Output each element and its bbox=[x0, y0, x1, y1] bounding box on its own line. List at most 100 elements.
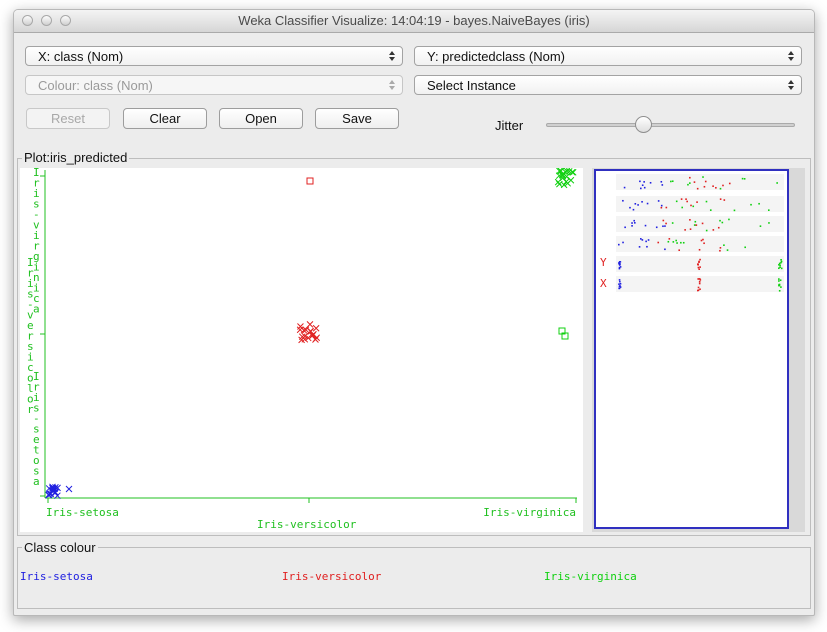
attribute-strip-point bbox=[680, 198, 683, 200]
class-colour-panel bbox=[17, 547, 811, 609]
attribute-strip-point bbox=[719, 187, 722, 190]
scatter-plot-canvas[interactable]: Iris-setosa Iris-versicolor Iris-virgini… bbox=[20, 166, 583, 532]
attribute-strip-point bbox=[698, 280, 701, 283]
y-tick-label-char: a bbox=[33, 475, 40, 488]
attribute-strip-point bbox=[641, 201, 643, 203]
scatter-plot[interactable]: Iris-setosa Iris-versicolor Iris-virgini… bbox=[20, 166, 583, 532]
attribute-strip-point bbox=[660, 206, 663, 209]
attribute-strip-point bbox=[705, 200, 708, 203]
data-point-correct[interactable] bbox=[567, 176, 575, 184]
attribute-strip-point bbox=[640, 238, 642, 240]
attribute-strip-point bbox=[719, 247, 722, 249]
attribute-strip-point bbox=[687, 183, 689, 186]
attribute-strip-point bbox=[638, 246, 641, 248]
y-axis-select[interactable]: Y: predictedclass (Nom) bbox=[414, 46, 802, 66]
attribute-strip-point bbox=[622, 241, 624, 244]
attribute-strip[interactable] bbox=[616, 174, 784, 190]
attribute-strip-point bbox=[665, 222, 667, 225]
attribute-strip-point bbox=[700, 239, 703, 242]
attribute-strip-point bbox=[733, 209, 736, 212]
attribute-strip-point bbox=[675, 200, 678, 203]
attribute-strip-point bbox=[693, 224, 696, 226]
attribute-strip-point bbox=[647, 239, 650, 241]
jitter-slider-thumb[interactable] bbox=[635, 116, 653, 133]
attribute-strip-point bbox=[697, 263, 699, 266]
attribute-strip-point bbox=[619, 263, 621, 265]
colour-select-value: Colour: class (Nom) bbox=[38, 78, 153, 93]
attribute-strip-point bbox=[722, 184, 724, 187]
attribute-strip-point bbox=[715, 186, 717, 189]
jitter-slider-track[interactable] bbox=[546, 123, 795, 127]
select-instance-select[interactable]: Select Instance bbox=[414, 75, 802, 95]
open-button[interactable]: Open bbox=[219, 108, 303, 129]
x-axis-select[interactable]: X: class (Nom) bbox=[25, 46, 403, 66]
attribute-strip[interactable] bbox=[616, 216, 784, 232]
attribute-strip-point bbox=[665, 206, 668, 209]
attribute-strip[interactable] bbox=[616, 256, 784, 272]
colour-select[interactable]: Colour: class (Nom) bbox=[25, 75, 403, 95]
attribute-strip-point bbox=[686, 200, 688, 203]
attribute-strip-point bbox=[698, 278, 701, 280]
attribute-strip-point bbox=[681, 206, 684, 209]
attribute-strip-point bbox=[644, 224, 647, 227]
attribute-strip-point bbox=[684, 229, 686, 231]
attribute-strip-point bbox=[695, 224, 698, 226]
attribute-strip-point bbox=[641, 184, 644, 187]
attribute-strip-point bbox=[694, 220, 697, 223]
attribute-strip-point bbox=[697, 289, 700, 291]
attribute-strip-point bbox=[632, 208, 635, 211]
attribute-strip-point bbox=[778, 262, 781, 265]
attribute-strip-point bbox=[649, 181, 652, 184]
data-point-correct[interactable] bbox=[556, 180, 563, 188]
reset-button[interactable]: Reset bbox=[26, 108, 110, 129]
y-attribute-marker: Y bbox=[600, 256, 607, 269]
attribute-strip-point bbox=[719, 219, 721, 222]
attribute-strip-point bbox=[709, 209, 712, 211]
legend-item-virginica[interactable]: Iris-virginica bbox=[544, 570, 637, 583]
legend-item-setosa[interactable]: Iris-setosa bbox=[20, 570, 93, 583]
attribute-strip-point bbox=[655, 226, 658, 229]
data-point-correct[interactable] bbox=[297, 323, 304, 330]
attribute-strip-point bbox=[779, 266, 781, 269]
data-point-correct[interactable] bbox=[562, 178, 570, 186]
attribute-strip-point bbox=[701, 222, 704, 225]
attribute-strip-point bbox=[768, 222, 770, 224]
legend-item-versicolor[interactable]: Iris-versicolor bbox=[282, 570, 381, 583]
attribute-strip-point bbox=[622, 199, 624, 202]
title-bar: Weka Classifier Visualize: 14:04:19 - ba… bbox=[14, 10, 814, 33]
attribute-strip-point bbox=[618, 266, 621, 269]
attribute-strip-point bbox=[759, 225, 762, 227]
attribute-strip-point bbox=[631, 225, 633, 227]
attribute-strip-point bbox=[661, 184, 664, 186]
data-point-correct[interactable] bbox=[306, 321, 314, 328]
attribute-matrix[interactable]: Y X bbox=[594, 169, 789, 529]
data-point-correct[interactable] bbox=[65, 485, 73, 493]
attribute-strip-point bbox=[637, 204, 639, 206]
data-point-misclassified[interactable] bbox=[306, 177, 314, 185]
attribute-strip-point bbox=[619, 282, 622, 285]
attribute-matrix-canvas[interactable]: Y X bbox=[596, 171, 787, 527]
window-title: Weka Classifier Visualize: 14:04:19 - ba… bbox=[238, 13, 590, 28]
clear-button[interactable]: Clear bbox=[123, 108, 207, 129]
attribute-strip-point bbox=[696, 187, 699, 190]
save-button[interactable]: Save bbox=[315, 108, 399, 129]
data-point-correct[interactable] bbox=[554, 178, 562, 186]
attribute-strip-point bbox=[685, 198, 687, 200]
attribute-strip-point bbox=[657, 241, 660, 244]
attribute-strip-point bbox=[698, 261, 700, 264]
attribute-strip-point bbox=[693, 181, 696, 183]
attribute-strip-point bbox=[721, 221, 724, 224]
attribute-strip-point bbox=[639, 180, 641, 183]
attribute-strip-point bbox=[676, 242, 678, 244]
attribute-strip-point bbox=[618, 283, 620, 285]
y-axis-select-value: Y: predictedclass (Nom) bbox=[427, 49, 565, 64]
attribute-strip-point bbox=[643, 181, 645, 183]
attribute-strip-point bbox=[671, 180, 674, 183]
chevron-updown-icon bbox=[787, 78, 795, 92]
data-point-correct[interactable] bbox=[312, 324, 320, 332]
attribute-strip-point bbox=[664, 225, 666, 227]
attribute-strip-point bbox=[618, 285, 621, 288]
attribute-strip-point bbox=[646, 202, 649, 205]
x-tick-label-versicolor: Iris-versicolor bbox=[257, 518, 357, 531]
attribute-strip-point bbox=[645, 240, 647, 243]
